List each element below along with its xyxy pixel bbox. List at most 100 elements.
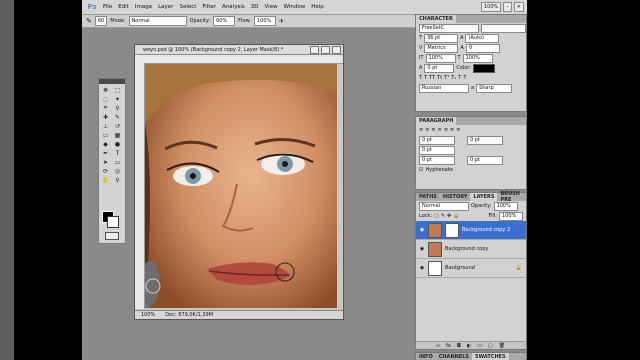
menu-view[interactable]: View: [261, 4, 280, 10]
airbrush-icon[interactable]: ✈: [279, 18, 284, 25]
layer-mask-thumbnail[interactable]: [445, 222, 459, 238]
portrait-photo[interactable]: [145, 64, 337, 308]
brush-tool-icon[interactable]: ✎: [86, 17, 92, 25]
align-center-icon[interactable]: ≡: [425, 127, 429, 133]
align-left-icon[interactable]: ≡: [419, 127, 423, 133]
status-zoom[interactable]: 100%: [141, 312, 155, 318]
menu-3d[interactable]: 3D: [248, 4, 262, 10]
kerning-field[interactable]: Metrics: [424, 43, 459, 53]
menu-analysis[interactable]: Analysis: [219, 4, 248, 10]
menu-file[interactable]: File: [100, 4, 115, 10]
brush-tool-icon-2[interactable]: ✎: [112, 113, 123, 121]
new-group-icon[interactable]: ▭: [477, 343, 482, 349]
tab-channels[interactable]: CHANNELS: [436, 353, 472, 360]
healing-brush-icon[interactable]: ✚: [100, 113, 111, 121]
lock-position-icon[interactable]: ✥: [447, 213, 451, 219]
underline-icon[interactable]: T: [458, 75, 461, 81]
tab-info[interactable]: INFO: [416, 353, 436, 360]
new-layer-icon[interactable]: ▢: [488, 343, 493, 349]
subscript-icon[interactable]: T₁: [451, 75, 456, 81]
strikethrough-icon[interactable]: T: [463, 75, 466, 81]
tab-paragraph[interactable]: PARAGRAPH: [416, 117, 457, 125]
menu-select[interactable]: Select: [176, 4, 199, 10]
dodge-icon[interactable]: ●: [112, 140, 123, 148]
move-tool-icon[interactable]: ✥: [100, 86, 111, 94]
indent-left-field[interactable]: 0 pt: [419, 135, 455, 145]
tab-layers[interactable]: LAYERS: [470, 193, 498, 201]
hand-tool-icon[interactable]: ✋: [100, 176, 111, 184]
superscript-icon[interactable]: T¹: [444, 75, 449, 81]
eraser-icon[interactable]: ▭: [100, 131, 111, 139]
hyphenate-checkbox[interactable]: ☑: [419, 167, 423, 173]
mode-select[interactable]: Normal: [128, 16, 187, 26]
tracking-field[interactable]: 0: [465, 43, 500, 53]
close-icon[interactable]: ✕: [513, 2, 524, 12]
indent-first-field[interactable]: 0 pt: [419, 145, 455, 155]
layer-row[interactable]: ◉ Background copy: [416, 240, 526, 259]
add-mask-icon[interactable]: ◘: [457, 343, 461, 349]
pen-tool-icon[interactable]: ✒: [100, 149, 111, 157]
menu-edit[interactable]: Edit: [115, 4, 132, 10]
eyedropper-icon[interactable]: ⚲: [112, 104, 123, 112]
crop-tool-icon[interactable]: ⌗: [100, 104, 111, 112]
align-right-icon[interactable]: ≡: [431, 127, 435, 133]
tab-swatches[interactable]: SWATCHES: [472, 353, 509, 360]
zoom-tool-icon[interactable]: ⚲: [112, 176, 123, 184]
lock-all-icon[interactable]: 🔒: [453, 213, 459, 219]
tab-brush-presets[interactable]: BRUSH PRE: [497, 191, 526, 203]
menu-help[interactable]: Help: [308, 4, 327, 10]
magic-wand-icon[interactable]: ✦: [112, 95, 123, 103]
lock-pixels-icon[interactable]: ▢: [434, 213, 439, 219]
doc-close-icon[interactable]: [332, 45, 341, 54]
small-caps-icon[interactable]: Tt: [437, 75, 442, 81]
baseline-field[interactable]: 0 pt: [424, 63, 455, 73]
font-style-field[interactable]: [481, 23, 526, 33]
link-layers-icon[interactable]: ∞: [436, 343, 440, 349]
visibility-eye-icon[interactable]: ◉: [419, 246, 425, 252]
zoom-level[interactable]: 100%: [481, 2, 502, 12]
language-field[interactable]: Russian: [419, 83, 469, 93]
blend-mode-select[interactable]: Normal: [419, 201, 469, 211]
font-size-field[interactable]: 36 pt: [424, 33, 459, 43]
visibility-eye-icon[interactable]: ◉: [419, 227, 425, 233]
layer-style-icon[interactable]: fx: [446, 343, 451, 349]
tab-character[interactable]: CHARACTER: [416, 15, 456, 23]
3d-rotate-icon[interactable]: ⟳: [100, 167, 111, 175]
vscale-field[interactable]: 100%: [425, 53, 456, 63]
tab-paths[interactable]: PATHS: [416, 193, 440, 201]
justify-last-right-icon[interactable]: ≡: [450, 127, 454, 133]
leading-field[interactable]: (Auto): [465, 33, 500, 43]
gradient-icon[interactable]: ▦: [112, 131, 123, 139]
text-color-swatch[interactable]: [473, 63, 496, 73]
all-caps-icon[interactable]: TT: [429, 75, 435, 81]
visibility-eye-icon[interactable]: ◉: [419, 265, 425, 271]
brush-size[interactable]: 60: [94, 16, 108, 26]
space-before-field[interactable]: 0 pt: [419, 155, 455, 165]
indent-right-field[interactable]: 0 pt: [467, 135, 503, 145]
quick-mask-icon[interactable]: [105, 232, 119, 240]
font-family-field[interactable]: FreeSetC: [419, 23, 480, 33]
background-color[interactable]: [107, 216, 119, 228]
doc-minimize-icon[interactable]: [310, 45, 319, 54]
justify-all-icon[interactable]: ≡: [456, 127, 460, 133]
path-select-icon[interactable]: ➤: [100, 158, 111, 166]
menu-filter[interactable]: Filter: [199, 4, 219, 10]
menu-window[interactable]: Window: [281, 4, 309, 10]
clone-stamp-icon[interactable]: ⊥: [100, 122, 111, 130]
menu-image[interactable]: Image: [132, 4, 155, 10]
faux-italic-icon[interactable]: T: [424, 75, 427, 81]
justify-last-center-icon[interactable]: ≡: [444, 127, 448, 133]
adjustment-layer-icon[interactable]: ◐: [467, 343, 471, 349]
minimize-icon[interactable]: –: [503, 2, 512, 12]
menu-layer[interactable]: Layer: [155, 4, 176, 10]
marquee-tool-icon[interactable]: ⬚: [112, 86, 123, 94]
fill-field[interactable]: 100%: [499, 211, 523, 221]
history-brush-icon[interactable]: ↺: [112, 122, 123, 130]
3d-orbit-icon[interactable]: ◎: [112, 167, 123, 175]
tab-history[interactable]: HISTORY: [440, 193, 471, 201]
layer-opacity-field[interactable]: 100%: [493, 201, 518, 211]
layer-row[interactable]: ◉ Background 🔒: [416, 259, 526, 278]
delete-layer-icon[interactable]: 🗑: [499, 343, 505, 349]
layer-row[interactable]: ◉ Background copy 2: [416, 221, 526, 240]
shape-tool-icon[interactable]: ▭: [112, 158, 123, 166]
